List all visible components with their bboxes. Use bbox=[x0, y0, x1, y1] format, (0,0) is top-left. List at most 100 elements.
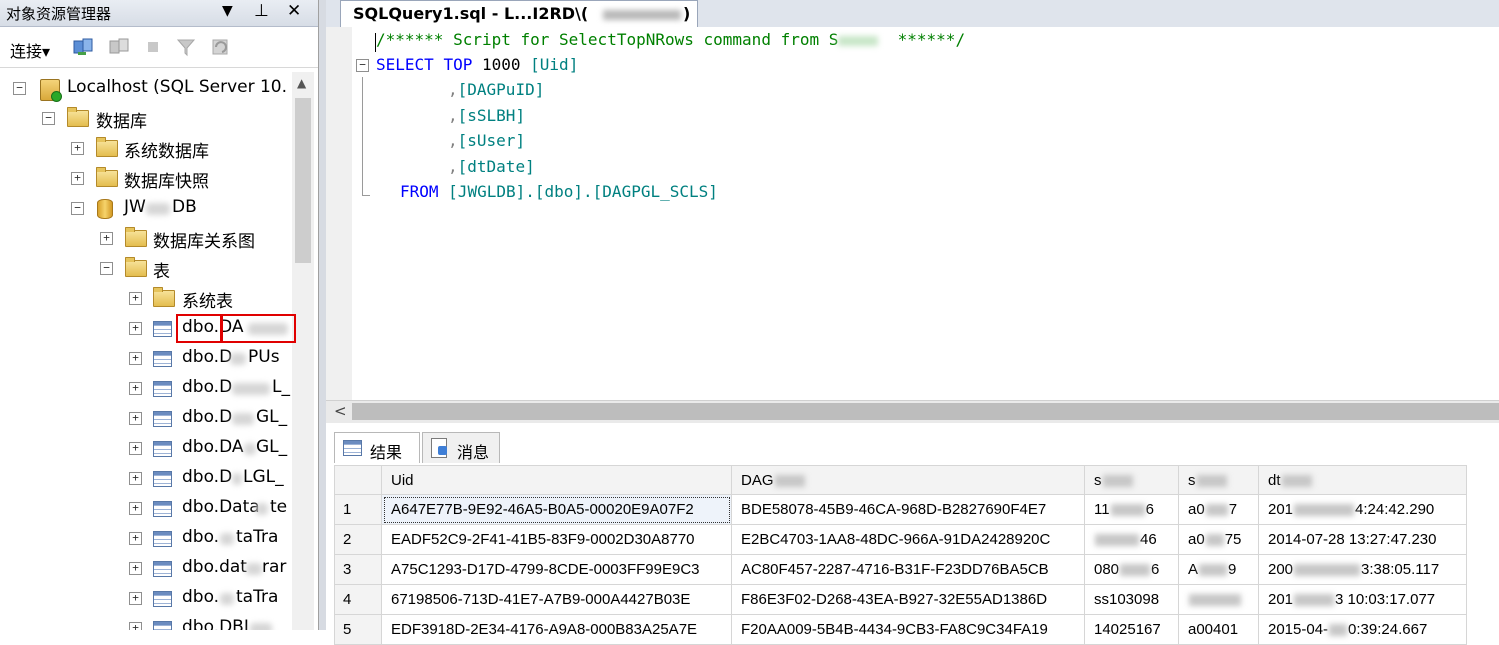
table-row[interactable]: 1 A647E77B-9E92-46A5-B0A5-00020E9A07F2 B… bbox=[334, 494, 1467, 525]
connect-button[interactable]: 连接▾ bbox=[10, 38, 50, 62]
grid-cell[interactable] bbox=[1178, 584, 1259, 615]
row-number[interactable]: 3 bbox=[334, 554, 382, 585]
expand-icon[interactable]: + bbox=[129, 472, 142, 485]
row-number[interactable]: 1 bbox=[334, 494, 382, 525]
tree-node-jwgldb[interactable]: − JW DB bbox=[0, 194, 292, 222]
tree-scrollbar[interactable]: ▲ bbox=[292, 72, 314, 630]
tree-node-system-tables[interactable]: + 系统表 bbox=[0, 284, 292, 312]
filter-icon[interactable] bbox=[175, 37, 197, 57]
tree-node-database-snapshots[interactable]: + 数据库快照 bbox=[0, 164, 292, 192]
expand-icon[interactable]: + bbox=[129, 322, 142, 335]
expand-icon[interactable]: + bbox=[100, 232, 113, 245]
refresh-icon[interactable] bbox=[210, 37, 232, 57]
grid-cell[interactable]: 67198506-713D-41E7-A7B9-000A4427B03E bbox=[381, 584, 732, 615]
grid-cell[interactable]: A647E77B-9E92-46A5-B0A5-00020E9A07F2 bbox=[381, 494, 732, 525]
grid-cell[interactable]: 201 3 10:03:17.077 bbox=[1258, 584, 1467, 615]
table-icon bbox=[153, 411, 172, 427]
collapse-icon[interactable]: − bbox=[100, 262, 113, 275]
grid-cell[interactable]: ss103098 bbox=[1084, 584, 1179, 615]
tree-node-system-databases[interactable]: + 系统数据库 bbox=[0, 134, 292, 162]
collapse-icon[interactable]: − bbox=[42, 112, 55, 125]
pin-icon[interactable]: ⊥ bbox=[254, 1, 269, 21]
tree-node-table[interactable]: + dbo.DBI bbox=[0, 614, 292, 630]
pane-splitter[interactable] bbox=[319, 0, 326, 630]
tab-results[interactable]: 结果 bbox=[334, 432, 420, 463]
row-number[interactable]: 4 bbox=[334, 584, 382, 615]
scroll-up-icon[interactable]: ▲ bbox=[297, 76, 306, 90]
grid-cell[interactable]: 46 bbox=[1084, 524, 1179, 555]
expand-icon[interactable]: + bbox=[129, 412, 142, 425]
sql-keyword-top: TOP bbox=[443, 55, 473, 74]
tree-node-table[interactable]: + dbo. taTra bbox=[0, 524, 292, 552]
results-grid[interactable]: Uid DAG s s dt 1 A647E77B-9E92-46A5-B0A5… bbox=[334, 465, 1467, 645]
tree-scroll-thumb[interactable] bbox=[295, 98, 311, 263]
editor-hscrollbar[interactable]: < bbox=[326, 400, 1499, 423]
expand-icon[interactable]: + bbox=[129, 532, 142, 545]
tree-node-table[interactable]: + dbo. taTra bbox=[0, 584, 292, 612]
row-number[interactable]: 2 bbox=[334, 524, 382, 555]
tree-node-table[interactable]: + dbo.Data te bbox=[0, 494, 292, 522]
collapse-icon[interactable]: − bbox=[13, 82, 26, 95]
column-header[interactable]: dt bbox=[1258, 465, 1467, 495]
column-header[interactable]: Uid bbox=[381, 465, 732, 495]
grid-cell[interactable]: 11 6 bbox=[1084, 494, 1179, 525]
expand-icon[interactable]: + bbox=[129, 622, 142, 630]
redacted-text bbox=[1294, 504, 1355, 517]
expand-icon[interactable]: + bbox=[129, 442, 142, 455]
table-row[interactable]: 2 EADF52C9-2F41-41B5-83F9-0002D30A8770 E… bbox=[334, 524, 1467, 555]
grid-cell[interactable]: BDE58078-45B9-46CA-968D-B2827690F4E7 bbox=[731, 494, 1085, 525]
grid-cell[interactable]: a0 7 bbox=[1178, 494, 1259, 525]
grid-cell[interactable]: A9 bbox=[1178, 554, 1259, 585]
tree-node-table[interactable]: + dbo.DA GL_ bbox=[0, 434, 292, 462]
column-header[interactable]: s bbox=[1084, 465, 1179, 495]
connect-icon[interactable] bbox=[72, 37, 94, 57]
hscroll-thumb[interactable] bbox=[352, 403, 1499, 420]
grid-cell[interactable]: 080 6 bbox=[1084, 554, 1179, 585]
grid-cell[interactable]: A75C1293-D17D-4799-8CDE-0003FF99E9C3 bbox=[381, 554, 732, 585]
query-editor[interactable]: − /****** Script for SelectTopNRows comm… bbox=[326, 27, 1499, 400]
tree-node-databases[interactable]: − 数据库 bbox=[0, 104, 292, 132]
expand-icon[interactable]: + bbox=[129, 382, 142, 395]
grid-cell[interactable]: F86E3F02-D268-43EA-B927-32E55AD1386D bbox=[731, 584, 1085, 615]
tree-node-server[interactable]: − Localhost (SQL Server 10. bbox=[0, 74, 292, 102]
column-header[interactable]: s bbox=[1178, 465, 1259, 495]
expand-icon[interactable]: + bbox=[71, 142, 84, 155]
grid-cell[interactable]: 201 4:24:42.290 bbox=[1258, 494, 1467, 525]
code-line-4: ,[sSLBH] bbox=[448, 106, 525, 126]
table-row[interactable]: 3 A75C1293-D17D-4799-8CDE-0003FF99E9C3 A… bbox=[334, 554, 1467, 585]
expand-icon[interactable]: + bbox=[129, 562, 142, 575]
disconnect-icon[interactable] bbox=[108, 37, 130, 57]
tree-node-tables[interactable]: − 表 bbox=[0, 254, 292, 282]
table-row[interactable]: 4 67198506-713D-41E7-A7B9-000A4427B03E F… bbox=[334, 584, 1467, 615]
grid-cell[interactable]: EADF52C9-2F41-41B5-83F9-0002D30A8770 bbox=[381, 524, 732, 555]
tab-sqlquery1[interactable]: SQLQuery1.sql - L...I2RD\( ) bbox=[340, 0, 698, 28]
expand-icon[interactable]: + bbox=[71, 172, 84, 185]
collapse-region-icon[interactable]: − bbox=[356, 59, 369, 72]
tree-node-table[interactable]: + dbo.D LGL_ bbox=[0, 464, 292, 492]
dropdown-icon[interactable]: ▼ bbox=[222, 3, 233, 19]
expand-icon[interactable]: + bbox=[129, 502, 142, 515]
scroll-left-icon[interactable]: < bbox=[334, 402, 347, 420]
tree-node-table[interactable]: + dbo.D PUs bbox=[0, 344, 292, 372]
grid-cell[interactable]: AC80F457-2287-4716-B31F-F23DD76BA5CB bbox=[731, 554, 1085, 585]
tree-node-label-tail: taTra bbox=[236, 527, 279, 547]
stop-icon[interactable] bbox=[142, 37, 164, 57]
explorer-toolbar: 连接▾ bbox=[0, 27, 318, 68]
grid-cell[interactable]: a0 75 bbox=[1178, 524, 1259, 555]
column-header[interactable]: DAG bbox=[731, 465, 1085, 495]
grid-cell[interactable]: 2014-07-28 13:27:47.230 bbox=[1258, 524, 1467, 555]
tree-node-table[interactable]: + dbo.D L_ bbox=[0, 374, 292, 402]
grid-cell[interactable]: E2BC4703-1AA8-48DC-966A-91DA2428920C bbox=[731, 524, 1085, 555]
close-icon[interactable]: ✕ bbox=[287, 1, 301, 21]
collapse-icon[interactable]: − bbox=[71, 202, 84, 215]
expand-icon[interactable]: + bbox=[129, 292, 142, 305]
tree-node-diagrams[interactable]: + 数据库关系图 bbox=[0, 224, 292, 252]
tab-messages[interactable]: 消息 bbox=[422, 432, 500, 463]
expand-icon[interactable]: + bbox=[129, 352, 142, 365]
expand-icon[interactable]: + bbox=[129, 592, 142, 605]
tree-node-table[interactable]: + dbo.dat rar bbox=[0, 554, 292, 582]
tree-node-table[interactable]: + dbo.D GL_ bbox=[0, 404, 292, 432]
grid-cell[interactable]: 200 3:38:05.117 bbox=[1258, 554, 1467, 585]
table-icon bbox=[153, 621, 172, 630]
tree-node-label-tail: rar bbox=[262, 557, 287, 577]
